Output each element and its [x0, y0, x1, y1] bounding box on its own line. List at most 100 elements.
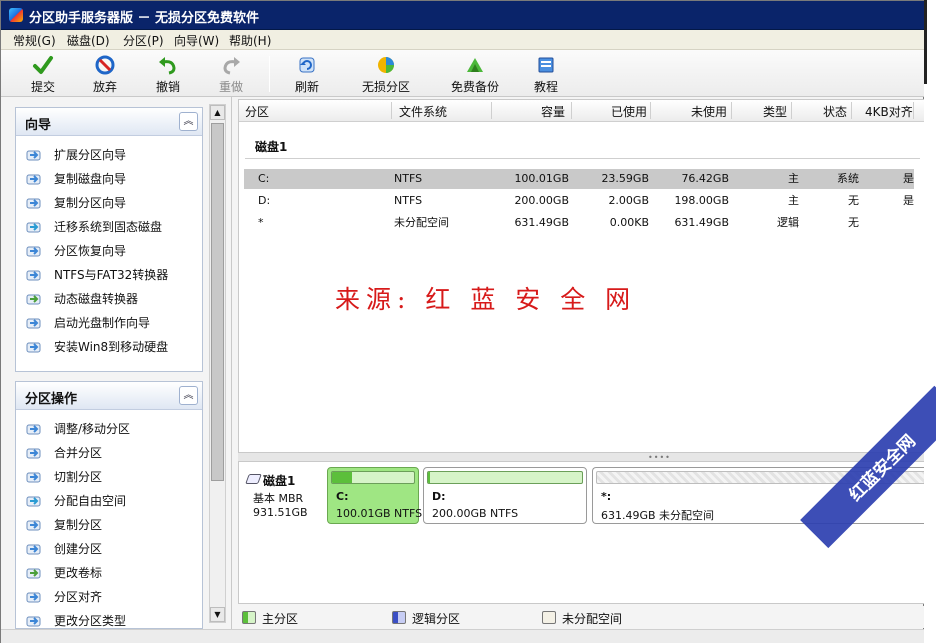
menu-help[interactable]: 帮助(H)	[227, 32, 273, 49]
commit-label: 提交	[30, 80, 55, 94]
operations-group-title: 分区操作	[25, 392, 78, 407]
disk-heading: 磁盘1	[255, 140, 288, 154]
operation-item[interactable]: 复制分区	[16, 513, 202, 537]
operation-item-label: 更改分区类型	[54, 614, 127, 628]
commit-button[interactable]: 提交	[25, 52, 61, 94]
col-partition[interactable]: 分区	[245, 103, 269, 120]
legend-logical: 逻辑分区	[392, 610, 460, 627]
collapse-icon[interactable]: ︽	[179, 112, 198, 131]
column-divider	[731, 102, 732, 119]
wizard-item-icon	[26, 147, 42, 163]
partition-block-c[interactable]: C: 100.01GB NTFS	[327, 467, 423, 524]
operation-item-icon	[26, 469, 42, 485]
menu-general[interactable]: 常规(G)	[11, 32, 58, 49]
partition-block-d[interactable]: D: 200.00GB NTFS	[423, 467, 587, 524]
column-divider	[650, 102, 651, 119]
operation-item[interactable]: 合并分区	[16, 441, 202, 465]
wizard-list: 扩展分区向导复制磁盘向导复制分区向导迁移系统到固态磁盘分区恢复向导 NTFS与FA…	[16, 136, 202, 359]
collapse-icon[interactable]: ︽	[179, 386, 198, 405]
scroll-thumb[interactable]	[211, 123, 224, 481]
undo-button[interactable]: 撤销	[150, 52, 186, 94]
wizard-item[interactable]: 分区恢复向导	[16, 239, 202, 263]
operation-item-label: 合并分区	[54, 446, 103, 460]
cell-name: D:	[258, 194, 271, 207]
operation-item[interactable]: 切割分区	[16, 465, 202, 489]
partition-block-info: 631.49GB 未分配空间	[601, 509, 715, 522]
menu-partition[interactable]: 分区(P)	[121, 32, 166, 49]
partition-block-label: *:	[601, 490, 612, 503]
legend-unallocated-label: 未分配空间	[562, 612, 623, 626]
partition-block-info: 100.01GB NTFS	[336, 507, 423, 520]
partition-block-label: C:	[336, 490, 349, 503]
partition-row[interactable]: C: NTFS 100.01GB 23.59GB 76.42GB 主 系统 是	[244, 169, 914, 189]
usage-fill	[428, 472, 430, 483]
operation-item-label: 切割分区	[54, 470, 103, 484]
wizard-item[interactable]: NTFS与FAT32转换器	[16, 263, 202, 287]
wizard-item-label: 扩展分区向导	[54, 148, 127, 162]
redo-arrow-icon	[223, 57, 240, 75]
operation-item-label: 分区对齐	[54, 590, 103, 604]
splitter[interactable]: ••••	[238, 453, 925, 462]
scroll-up-icon[interactable]: ▲	[210, 105, 225, 120]
cell-type: 主	[788, 172, 799, 185]
col-filesystem[interactable]: 文件系统	[399, 103, 447, 120]
free-backup-button[interactable]: 免费备份	[447, 52, 503, 94]
wizard-item[interactable]: 动态磁盘转换器	[16, 287, 202, 311]
col-type[interactable]: 类型	[763, 103, 787, 120]
partition-row[interactable]: * 未分配空间 631.49GB 0.00KB 631.49GB 逻辑 无	[244, 213, 914, 233]
col-capacity[interactable]: 容量	[541, 103, 565, 120]
cell-used: 2.00GB	[608, 194, 649, 207]
title-bar: 分区助手服务器版 － 无损分区免费软件	[1, 1, 925, 30]
operation-item[interactable]: 更改卷标	[16, 561, 202, 585]
wizard-item-label: 迁移系统到固态磁盘	[54, 220, 163, 234]
col-status[interactable]: 状态	[823, 103, 847, 120]
usage-bar	[331, 471, 415, 484]
menu-wizard[interactable]: 向导(W)	[172, 32, 221, 49]
redo-button[interactable]: 重做	[213, 52, 249, 94]
col-free[interactable]: 未使用	[691, 103, 727, 120]
operation-item-icon	[26, 517, 42, 533]
wizard-item-label: 复制分区向导	[54, 196, 127, 210]
disk-size: 931.51GB	[253, 506, 308, 519]
partition-row[interactable]: D: NTFS 200.00GB 2.00GB 198.00GB 主 无 是	[244, 191, 914, 211]
column-divider	[791, 102, 792, 119]
operation-item[interactable]: 创建分区	[16, 537, 202, 561]
cell-used: 23.59GB	[601, 172, 649, 185]
operation-item-icon	[26, 589, 42, 605]
usage-fill	[332, 472, 352, 483]
column-divider	[571, 102, 572, 119]
operation-item[interactable]: 调整/移动分区	[16, 417, 202, 441]
cell-aligned: 是	[903, 194, 914, 207]
toolbar: 提交 放弃 撤销 重做 刷新 无损分区 免费备份 教程	[1, 50, 925, 97]
left-scrollbar[interactable]: ▲ ▼	[209, 104, 226, 623]
operation-item-icon	[26, 565, 42, 581]
discard-button[interactable]: 放弃	[87, 52, 123, 94]
wizard-item[interactable]: 启动光盘制作向导	[16, 311, 202, 335]
wizard-item[interactable]: 复制磁盘向导	[16, 167, 202, 191]
menu-disk[interactable]: 磁盘(D)	[65, 32, 112, 49]
operation-item[interactable]: 分配自由空间	[16, 489, 202, 513]
partition-pie-icon	[378, 57, 394, 73]
tutorial-button[interactable]: 教程	[528, 52, 564, 94]
list-header: 分区 文件系统 容量 已使用 未使用 类型 状态 4KB对齐	[239, 100, 924, 122]
column-divider	[491, 102, 492, 119]
col-4kb-aligned[interactable]: 4KB对齐	[865, 103, 913, 120]
col-used[interactable]: 已使用	[611, 103, 647, 120]
lossless-partition-button[interactable]: 无损分区	[358, 52, 414, 94]
column-divider	[391, 102, 392, 119]
wizard-item[interactable]: 复制分区向导	[16, 191, 202, 215]
wizard-item[interactable]: 扩展分区向导	[16, 143, 202, 167]
operation-item-icon	[26, 541, 42, 557]
free-backup-label: 免费备份	[450, 80, 499, 94]
scroll-down-icon[interactable]: ▼	[210, 607, 225, 622]
disk-info[interactable]: 磁盘1 基本 MBR 931.51GB	[245, 468, 325, 524]
operations-list: 调整/移动分区合并分区切割分区分配自由空间 复制分区 创建分区 更改卷标分区对齐更改分…	[16, 410, 202, 633]
wizard-item-icon	[26, 291, 42, 307]
operation-item[interactable]: 分区对齐	[16, 585, 202, 609]
wizard-item-icon	[26, 339, 42, 355]
column-divider	[851, 102, 852, 119]
wizard-item[interactable]: 安装Win8到移动硬盘	[16, 335, 202, 359]
refresh-button[interactable]: 刷新	[289, 52, 325, 94]
wizard-item[interactable]: 迁移系统到固态磁盘	[16, 215, 202, 239]
cell-type: 逻辑	[777, 216, 799, 229]
